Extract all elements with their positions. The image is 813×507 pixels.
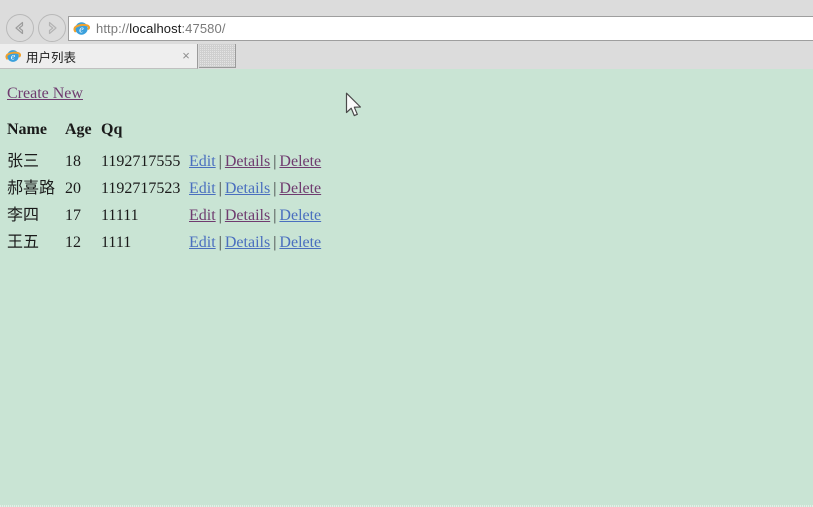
ie-logo-icon: e [73,20,91,37]
cell-age: 20 [65,179,81,197]
ie-logo-icon: e [5,48,22,64]
edit-link[interactable]: Edit [189,207,216,224]
edit-link[interactable]: Edit [189,234,216,251]
details-link[interactable]: Details [225,207,270,224]
navigation-buttons [6,14,66,42]
details-link[interactable]: Details [225,180,270,197]
table-row: 郝喜路 20 1192717523 Edit | Details | Delete [7,172,321,199]
details-link[interactable]: Details [225,234,270,251]
browser-toolbar: e http://localhost:47580/ [0,0,813,44]
new-tab-button[interactable] [199,44,236,68]
url-scheme: http:// [96,21,130,36]
tab-strip: e 用户列表 × [0,44,813,69]
svg-text:e: e [11,52,16,63]
cell-actions: Edit | Details | Delete [189,172,321,199]
delete-link[interactable]: Delete [279,180,321,197]
table-row: 王五 12 1111 Edit | Details | Delete [7,226,321,253]
tab-title: 用户列表 [26,50,77,65]
cell-age: 18 [65,152,81,170]
url-host: localhost [129,21,182,36]
action-separator: | [218,233,222,251]
tab-user-list[interactable]: e 用户列表 × [0,44,198,69]
column-header-name: Name [7,121,47,138]
address-bar[interactable]: e http://localhost:47580/ [68,16,813,41]
action-separator: | [218,206,222,224]
column-header-actions [189,121,321,145]
cell-age: 12 [65,233,81,251]
cell-qq: 1192717555 [101,152,181,170]
details-link[interactable]: Details [225,153,270,170]
cell-qq: 1111 [101,233,132,251]
url-text: http://localhost:47580/ [96,21,226,36]
delete-link[interactable]: Delete [279,234,321,251]
cell-actions: Edit | Details | Delete [189,199,321,226]
cell-name: 张三 [7,152,40,170]
browser-window: e http://localhost:47580/ e 用户列表 × Creat… [0,0,813,507]
cell-qq: 11111 [101,206,139,224]
cell-name: 郝喜路 [7,179,56,197]
svg-text:e: e [79,24,84,35]
delete-link[interactable]: Delete [279,153,321,170]
url-suffix: :47580/ [181,21,226,36]
column-header-age: Age [65,121,92,138]
delete-link[interactable]: Delete [279,207,321,224]
action-separator: | [218,152,222,170]
table-header-row: Name Age Qq [7,121,321,145]
cell-actions: Edit | Details | Delete [189,145,321,172]
cell-actions: Edit | Details | Delete [189,226,321,253]
edit-link[interactable]: Edit [189,153,216,170]
column-header-qq: Qq [101,121,123,138]
edit-link[interactable]: Edit [189,180,216,197]
forward-arrow-icon [42,18,62,38]
create-new-link[interactable]: Create New [7,85,83,103]
close-icon[interactable]: × [179,49,193,63]
cell-qq: 1192717523 [101,179,181,197]
table-row: 张三 18 1192717555 Edit | Details | Delete [7,145,321,172]
cell-name: 李四 [7,206,40,224]
table-row: 李四 17 11111 Edit | Details | Delete [7,199,321,226]
forward-button[interactable] [38,14,66,42]
table-body: 张三 18 1192717555 Edit | Details | Delete 郝喜路 20 11… [7,145,321,253]
back-button[interactable] [6,14,34,42]
user-table: Name Age Qq 张三 18 1192717555 Edit | Details | D… [7,121,321,253]
page-viewport: Create New Name Age Qq 张三 18 1192717555 Edi… [0,69,813,507]
back-arrow-icon [10,18,30,38]
cell-age: 17 [65,206,81,224]
table-header: Name Age Qq [7,121,321,145]
action-separator: | [218,179,222,197]
cell-name: 王五 [7,233,40,251]
